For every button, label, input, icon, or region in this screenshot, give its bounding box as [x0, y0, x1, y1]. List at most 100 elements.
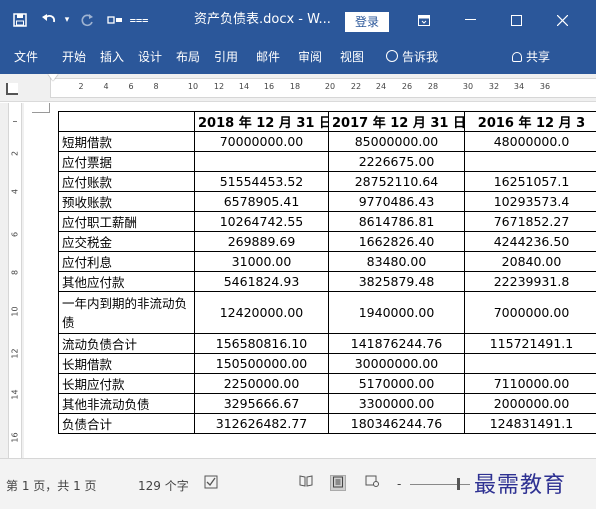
- cell-2018[interactable]: 70000000.00: [194, 131, 329, 152]
- cell-2016[interactable]: 7110000.00: [464, 373, 596, 394]
- share-button[interactable]: 共享: [512, 40, 550, 74]
- cell-2016[interactable]: 20840.00: [464, 251, 596, 272]
- cell-2018[interactable]: 51554453.52: [194, 171, 329, 192]
- row-label[interactable]: 负债合计: [58, 413, 195, 434]
- row-label[interactable]: 长期应付款: [58, 373, 195, 394]
- web-layout-icon[interactable]: [364, 475, 380, 491]
- header-2017[interactable]: 2017 年 12 月 31 日: [328, 111, 465, 132]
- cell-2018[interactable]: 269889.69: [194, 231, 329, 252]
- tab-review[interactable]: 审阅: [298, 40, 322, 74]
- cell-2016[interactable]: 7671852.27: [464, 211, 596, 232]
- cell-2016[interactable]: [464, 151, 596, 172]
- cell-2018[interactable]: 3295666.67: [194, 393, 329, 414]
- horizontal-ruler[interactable]: 2 4 6 8 10 12 14 16 18 20 22 24 26 28 30…: [50, 78, 596, 98]
- row-label[interactable]: 应付账款: [58, 171, 195, 192]
- row-label[interactable]: 一年内到期的非流动负债: [58, 291, 195, 334]
- cell-2017[interactable]: 85000000.00: [328, 131, 465, 152]
- read-mode-icon[interactable]: [298, 475, 314, 491]
- undo-icon[interactable]: [36, 0, 62, 40]
- vertical-ruler[interactable]: 2 4 6 8 10 12 14 16: [0, 103, 24, 458]
- cell-2018[interactable]: [194, 151, 329, 172]
- tab-selector-icon[interactable]: [6, 83, 18, 95]
- row-label[interactable]: 流动负债合计: [58, 333, 195, 354]
- cell-2017[interactable]: 2226675.00: [328, 151, 465, 172]
- row-label[interactable]: 应付利息: [58, 251, 195, 272]
- cell-2016[interactable]: 16251057.1: [464, 171, 596, 192]
- cell-2018[interactable]: 156580816.10: [194, 333, 329, 354]
- row-label[interactable]: 长期借款: [58, 353, 195, 374]
- tab-mailings[interactable]: 邮件: [256, 40, 280, 74]
- cell-2018[interactable]: 150500000.00: [194, 353, 329, 374]
- row-label[interactable]: 短期借款: [58, 131, 195, 152]
- lightbulb-search-icon: [386, 50, 398, 62]
- close-icon[interactable]: [544, 0, 580, 40]
- cell-2017[interactable]: 1940000.00: [328, 291, 465, 334]
- zoom-out-button[interactable]: -: [397, 477, 401, 491]
- tab-layout[interactable]: 布局: [176, 40, 200, 74]
- ruler-mark: 16: [263, 82, 275, 91]
- zoom-slider-track[interactable]: [410, 484, 470, 485]
- row-label[interactable]: 其他应付款: [58, 271, 195, 292]
- cell-2016[interactable]: 2000000.00: [464, 393, 596, 414]
- zoom-slider-handle[interactable]: [457, 478, 460, 490]
- cell-2018[interactable]: 2250000.00: [194, 373, 329, 394]
- customize-qat-icon[interactable]: ⩶: [130, 0, 149, 40]
- cell-2018[interactable]: 10264742.55: [194, 211, 329, 232]
- row-label[interactable]: 预收账款: [58, 191, 195, 212]
- cell-2018[interactable]: 312626482.77: [194, 413, 329, 434]
- save-icon[interactable]: [8, 0, 32, 40]
- proofing-icon[interactable]: [203, 475, 219, 491]
- tab-design[interactable]: 设计: [138, 40, 162, 74]
- cell-2017[interactable]: 3825879.48: [328, 271, 465, 292]
- undo-dropdown-icon[interactable]: ▾: [62, 0, 72, 40]
- tell-me-search[interactable]: 告诉我: [386, 40, 438, 74]
- cell-2017[interactable]: 180346244.76: [328, 413, 465, 434]
- row-label[interactable]: 应付职工薪酬: [58, 211, 195, 232]
- cell-2017[interactable]: 3300000.00: [328, 393, 465, 414]
- cell-2018[interactable]: 5461824.93: [194, 271, 329, 292]
- login-button[interactable]: 登录: [345, 12, 389, 32]
- row-label[interactable]: 应付票据: [58, 151, 195, 172]
- cell-2018[interactable]: 6578905.41: [194, 191, 329, 212]
- cell-2017[interactable]: 5170000.00: [328, 373, 465, 394]
- tab-insert[interactable]: 插入: [100, 40, 124, 74]
- header-item[interactable]: [58, 111, 195, 132]
- row-label[interactable]: 应交税金: [58, 231, 195, 252]
- cell-2016[interactable]: 48000000.0: [464, 131, 596, 152]
- cell-2018[interactable]: 12420000.00: [194, 291, 329, 334]
- header-2016[interactable]: 2016 年 12 月 3: [464, 111, 596, 132]
- redo-icon[interactable]: [76, 0, 98, 40]
- maximize-icon[interactable]: [498, 0, 534, 40]
- tab-view[interactable]: 视图: [340, 40, 364, 74]
- page-count[interactable]: 第 1 页，共 1 页: [6, 477, 97, 494]
- row-label[interactable]: 其他非流动负债: [58, 393, 195, 414]
- header-2018[interactable]: 2018 年 12 月 31 日: [194, 111, 329, 132]
- cell-2016[interactable]: 10293573.4: [464, 191, 596, 212]
- cell-2017[interactable]: 141876244.76: [328, 333, 465, 354]
- cell-2018[interactable]: 31000.00: [194, 251, 329, 272]
- ruler-mark: 12: [10, 348, 20, 359]
- minimize-icon[interactable]: [452, 0, 488, 40]
- tab-home[interactable]: 开始: [62, 40, 86, 74]
- cell-2017[interactable]: 83480.00: [328, 251, 465, 272]
- first-line-indent-marker[interactable]: [48, 74, 58, 81]
- cell-2016[interactable]: 4244236.50: [464, 231, 596, 252]
- format-painter-icon[interactable]: [104, 0, 126, 40]
- cell-2017[interactable]: 30000000.00: [328, 353, 465, 374]
- cell-2016[interactable]: 124831491.1: [464, 413, 596, 434]
- tab-references[interactable]: 引用: [214, 40, 238, 74]
- word-count[interactable]: 129 个字: [138, 477, 189, 494]
- cell-2016[interactable]: 7000000.00: [464, 291, 596, 334]
- cell-2017[interactable]: 9770486.43: [328, 191, 465, 212]
- balance-sheet-table[interactable]: 2018 年 12 月 31 日 2017 年 12 月 31 日 2016 年…: [58, 111, 596, 434]
- cell-2016[interactable]: 115721491.1: [464, 333, 596, 354]
- cell-2017[interactable]: 8614786.81: [328, 211, 465, 232]
- print-layout-icon[interactable]: [330, 475, 346, 491]
- cell-2017[interactable]: 1662826.40: [328, 231, 465, 252]
- cell-2016[interactable]: [464, 353, 596, 374]
- tab-file[interactable]: 文件: [14, 40, 38, 74]
- cell-2016[interactable]: 22239931.8: [464, 271, 596, 292]
- cell-2017[interactable]: 28752110.64: [328, 171, 465, 192]
- ribbon-display-icon[interactable]: [410, 0, 438, 40]
- document-canvas[interactable]: 2018 年 12 月 31 日 2017 年 12 月 31 日 2016 年…: [24, 103, 596, 458]
